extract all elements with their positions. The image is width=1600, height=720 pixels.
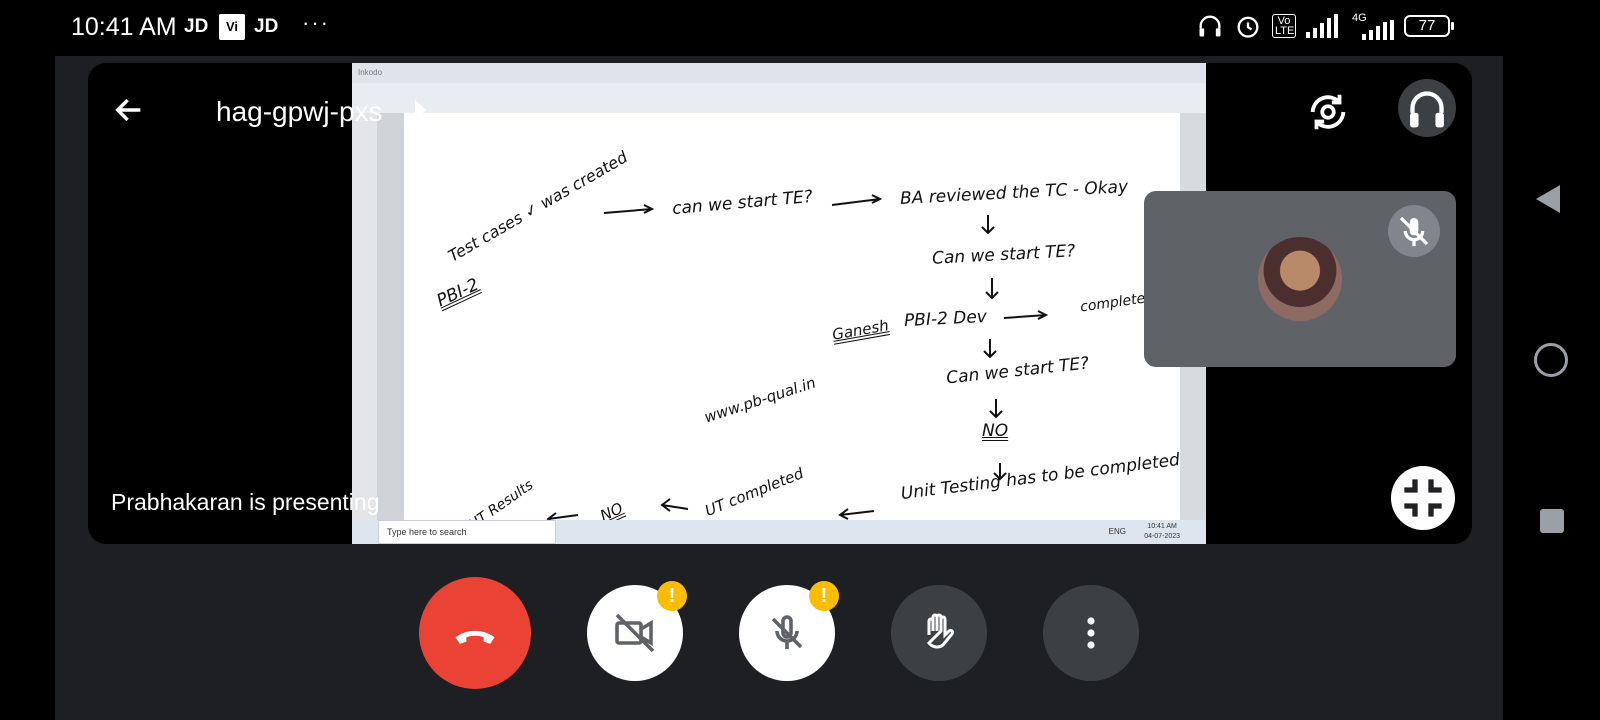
nav-recents-icon[interactable] bbox=[1540, 509, 1564, 533]
flip-camera-icon bbox=[1310, 94, 1346, 130]
raise-hand-icon bbox=[927, 613, 954, 649]
taskbar-lang: ENG bbox=[1108, 527, 1126, 536]
signal-2-icon: 4G bbox=[1348, 12, 1394, 40]
shared-window-toolbar bbox=[352, 83, 1206, 113]
meeting-code[interactable]: hag-gpwj-pxs bbox=[216, 96, 383, 128]
shared-taskbar: Type here to search ENG 10:41 AM 04-07-2… bbox=[352, 520, 1206, 544]
end-call-button[interactable] bbox=[419, 577, 531, 689]
status-icons: Vo LTE 4G 77 bbox=[1196, 12, 1454, 40]
shared-window-sidebar bbox=[352, 113, 404, 523]
whiteboard-note: NO bbox=[982, 421, 1009, 441]
collapse-icon bbox=[1404, 479, 1442, 517]
collapse-button[interactable] bbox=[1391, 466, 1455, 530]
carrier-vi-icon: Vi bbox=[219, 14, 245, 40]
taskbar-search: Type here to search bbox=[378, 520, 556, 544]
more-notifications-icon: ··· bbox=[302, 10, 330, 35]
carrier-2: JD bbox=[254, 16, 279, 37]
carrier-1: JD bbox=[184, 16, 209, 37]
avatar bbox=[1258, 237, 1342, 321]
raise-hand-button[interactable] bbox=[891, 585, 987, 681]
shared-screen: Inkodo Test cases ✓ was created can we s… bbox=[352, 63, 1206, 544]
self-view-tile[interactable] bbox=[1144, 191, 1456, 367]
nav-home-icon[interactable] bbox=[1534, 343, 1568, 377]
signal-1-icon bbox=[1306, 14, 1338, 38]
battery-icon: 77 bbox=[1404, 15, 1454, 37]
whiteboard-canvas: Test cases ✓ was created can we start TE… bbox=[404, 113, 1181, 533]
shared-window-titlebar: Inkodo bbox=[352, 63, 1206, 83]
camera-off-icon bbox=[615, 613, 655, 653]
headphones-icon bbox=[1410, 91, 1444, 128]
muted-indicator bbox=[1388, 205, 1440, 257]
taskbar-date: 04-07-2023 bbox=[1144, 533, 1180, 540]
chevron-right-icon[interactable] bbox=[415, 100, 426, 120]
more-vert-icon bbox=[1087, 617, 1095, 649]
more-options-button[interactable] bbox=[1043, 585, 1139, 681]
headphones-icon bbox=[1199, 15, 1221, 37]
back-button[interactable] bbox=[112, 93, 146, 127]
taskbar-time: 10:41 AM bbox=[1147, 523, 1177, 530]
mic-warning-badge: ! bbox=[809, 581, 839, 611]
taskbar-clock: 10:41 AM 04-07-2023 bbox=[1144, 522, 1180, 542]
mic-off-icon bbox=[1399, 216, 1429, 247]
mic-toggle-button[interactable]: ! bbox=[739, 581, 839, 681]
arrow-left-icon bbox=[115, 98, 141, 122]
shared-app-title: Inkodo bbox=[358, 68, 383, 77]
status-time: 10:41 AM bbox=[71, 13, 177, 41]
camera-warning-badge: ! bbox=[657, 581, 687, 611]
presenting-label: Prabhakaran is presenting bbox=[111, 489, 380, 515]
volte-icon: Vo LTE bbox=[1272, 14, 1296, 38]
switch-camera-button[interactable] bbox=[1305, 89, 1351, 135]
nav-back-icon[interactable] bbox=[1536, 185, 1560, 213]
status-bar: 10:41 AM JD Vi JD ··· Vo LTE 4G 77 bbox=[0, 0, 1600, 56]
mic-off-icon bbox=[771, 615, 803, 649]
whiteboard-arrows bbox=[546, 194, 1049, 523]
audio-output-button[interactable] bbox=[1398, 79, 1456, 137]
phone-hangup-icon bbox=[455, 630, 495, 644]
camera-toggle-button[interactable]: ! bbox=[587, 581, 687, 681]
alarm-icon bbox=[1237, 16, 1259, 38]
